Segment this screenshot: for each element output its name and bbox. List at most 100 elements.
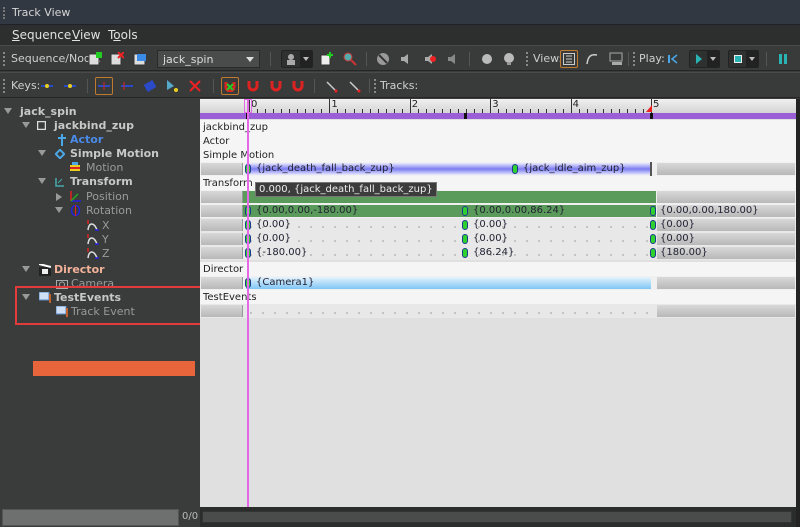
track-header-box [201,163,243,175]
track-row-simple-motion[interactable]: Simple Motion [200,148,796,162]
track-row-actor[interactable]: Actor [200,134,796,148]
play-button[interactable] [689,50,720,68]
separator [270,52,271,66]
find-icon[interactable] [341,50,359,68]
expand-arrow-icon[interactable] [55,207,63,213]
rotation-key[interactable] [650,206,656,216]
key-tooltip: 0.000, {jack_death_fall_back_zup} [255,182,437,197]
motion-end-marker [650,162,652,176]
menu-tools[interactable]: Tools [108,28,138,42]
track-row-camera[interactable]: {Camera1} [200,276,796,290]
chevron-down-icon[interactable] [746,51,758,67]
track-row-testevents[interactable]: TestEvents [200,290,796,304]
add-sequence-icon[interactable] [86,50,104,68]
node-search-field[interactable] [2,509,179,526]
track-row-y[interactable]: {0.00} {0.00} {0.00} [200,232,796,246]
light-2-icon[interactable] [500,50,518,68]
expand-arrow-icon[interactable] [38,178,46,184]
pause-icon[interactable] [774,50,792,68]
toolbar-grip[interactable] [526,52,528,66]
expand-arrow-icon[interactable] [38,150,46,156]
expand-arrow-icon[interactable] [22,266,30,272]
track-label: Simple Motion [203,150,275,161]
menu-sequence-text: equence [19,28,72,42]
add-node-button[interactable] [281,50,313,68]
add-key-icon[interactable] [163,77,181,95]
y-key[interactable] [650,234,656,244]
sequence-range-bar[interactable] [200,113,796,119]
chevron-down-icon[interactable] [707,51,719,67]
dope-sheet-icon[interactable] [560,50,578,68]
add-selected-node-icon[interactable] [318,50,336,68]
separator [628,52,629,66]
delete-sequence-icon[interactable] [108,50,126,68]
scale-keys-icon[interactable] [141,77,159,95]
z-key[interactable] [650,248,656,258]
toolbar-grip[interactable] [374,79,376,93]
expand-arrow-icon[interactable] [22,122,30,128]
playhead[interactable] [247,99,249,519]
no-snap-icon[interactable] [221,77,239,95]
track-row-rotation[interactable]: {0.00,0.00,-180.00} {0.00,0.00,86.24} {0… [200,204,796,218]
mute-icon[interactable] [397,50,415,68]
sequence-dropdown[interactable]: jack_spin [157,50,260,68]
z-key[interactable] [462,248,468,258]
slide-keys-icon[interactable] [118,77,136,95]
menu-view-mnemonic: V [72,28,80,42]
y-key[interactable] [462,234,468,244]
track-header-box [201,247,243,259]
chevron-down-icon [246,57,254,62]
track-row-track-event[interactable] [200,304,796,318]
ruler-major-tick [570,99,572,113]
magnet-snap-frame-icon[interactable] [267,77,285,95]
both-view-icon[interactable] [607,50,625,68]
rotation-key-label: {0.00,0.00,-180.00} [256,205,359,216]
stop-button[interactable] [728,50,759,68]
move-keys-icon[interactable] [95,77,113,95]
time-ruler[interactable]: 012345 [200,99,796,113]
curve-editor-icon[interactable] [583,50,601,68]
tree-node-label: Motion [86,161,124,174]
menu-sequence[interactable]: Sequence [12,28,71,42]
delete-key-icon[interactable] [186,77,204,95]
record-audio-icon[interactable] [421,50,439,68]
track-out-range-box [657,305,795,317]
next-key-icon[interactable] [61,77,79,95]
scrollbar-track[interactable] [202,511,792,523]
drag-grip[interactable] [3,7,5,19]
dope-sheet[interactable]: 012345 jackbind_zup Actor Simple Motion … [200,99,796,519]
magnet-snap-keys-icon[interactable] [244,77,262,95]
track-row-motion[interactable]: {jack_death_fall_back_zup} {jack_idle_ai… [200,162,796,176]
playhead-handle[interactable] [244,99,252,113]
z-key-label: {86.24} [473,247,515,258]
tangent-in-icon[interactable] [323,77,341,95]
x-key[interactable] [462,220,468,230]
previous-key-icon[interactable] [38,77,56,95]
chevron-down-icon[interactable] [300,51,312,67]
toolbar-grip[interactable] [3,79,5,93]
motion-key[interactable] [512,164,518,174]
keys-toolbar: Keys: Tracks: [0,72,800,98]
tangent-out-icon[interactable] [346,77,364,95]
mute-all-icon[interactable] [444,50,462,68]
toolbar-grip[interactable] [633,52,635,66]
track-row-jackbind[interactable]: jackbind_zup [200,120,796,134]
expand-arrow-icon[interactable] [4,108,12,114]
disable-icon[interactable] [374,50,392,68]
sequence-dropdown-value: jack_spin [163,53,214,66]
magnet-snap-tick-icon[interactable] [289,77,307,95]
expand-arrow-icon[interactable] [56,193,62,201]
light-icon[interactable] [478,50,496,68]
end-time-marker[interactable] [646,105,652,112]
menu-view[interactable]: View [72,28,100,42]
horizontal-scrollbar[interactable] [200,507,796,527]
track-row-director[interactable]: Director [200,262,796,276]
go-to-start-icon[interactable] [664,50,682,68]
track-row-x[interactable]: {0.00} {0.00} {0.00} [200,218,796,232]
rotation-key[interactable] [462,206,468,216]
x-key[interactable] [650,220,656,230]
track-row-z[interactable]: {-180.00} {86.24} {180.00} [200,246,796,260]
tree-node-label: X [102,219,110,232]
edit-sequence-icon[interactable] [131,50,149,68]
toolbar-grip[interactable] [3,52,5,66]
